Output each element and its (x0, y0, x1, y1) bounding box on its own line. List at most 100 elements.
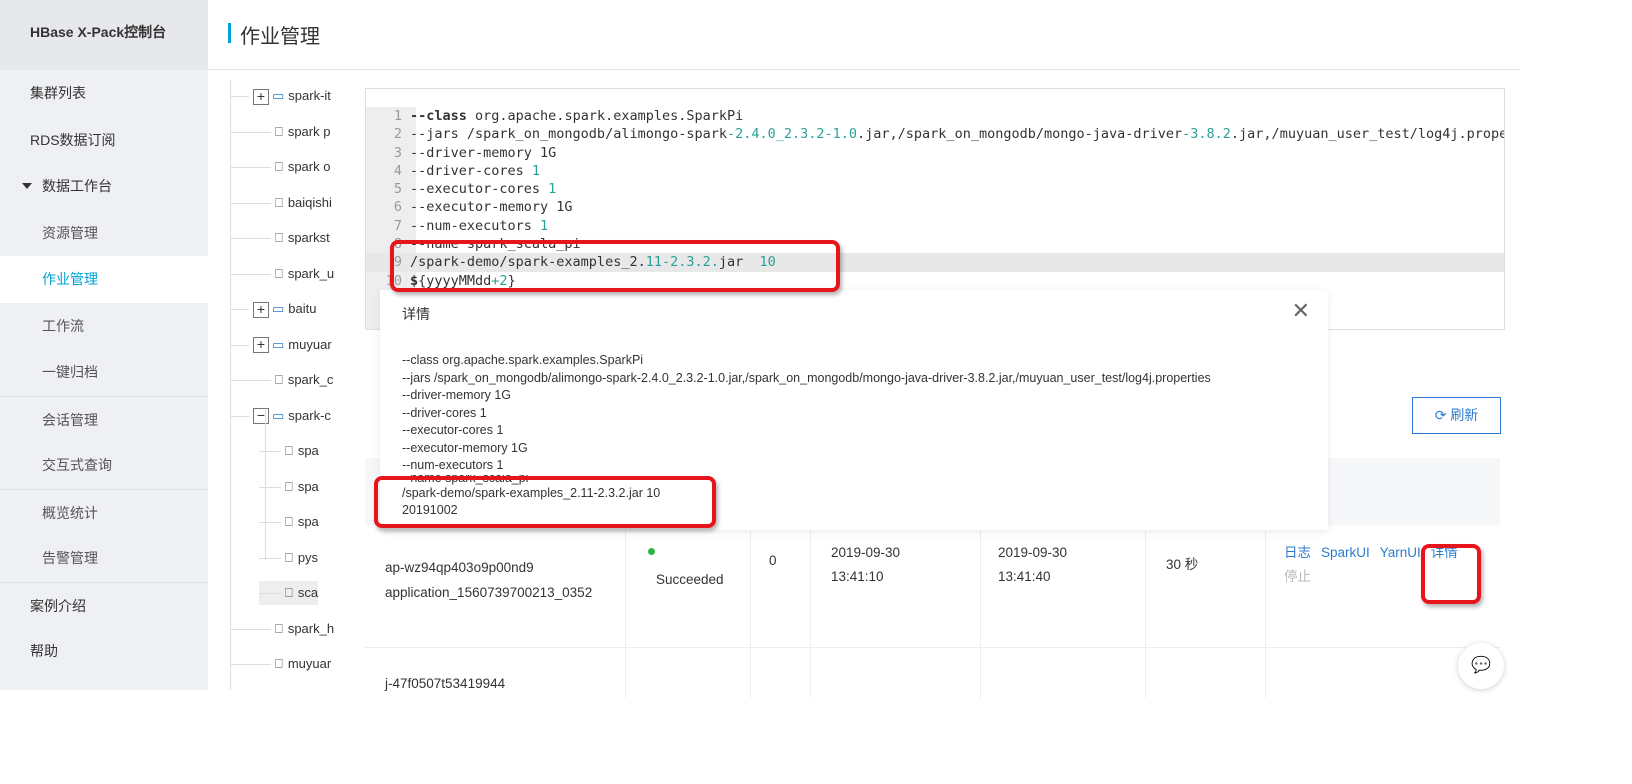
nav-cluster-list[interactable]: 集群列表 (0, 70, 208, 117)
file-icon: ⎕ (285, 549, 293, 565)
status-dot-icon (648, 548, 655, 555)
tree-node[interactable]: ⎕ spa (259, 475, 319, 499)
nav-session-management[interactable]: 会话管理 (0, 395, 208, 443)
detail-line: --jars /spark_on_mongodb/alimongo-spark-… (402, 370, 1211, 385)
start-date: 2019-09-30 (831, 545, 901, 560)
line-number: 5 (393, 181, 402, 198)
tree-node-label: spark_c (287, 372, 334, 387)
nav-alert-management[interactable]: 告警管理 (0, 535, 208, 582)
end-time: 13:41:40 (998, 569, 1051, 584)
file-icon: ⎕ (275, 620, 283, 636)
line-number: 7 (393, 217, 402, 234)
tree-node[interactable]: ⎕ muyuar (231, 652, 331, 676)
end-date: 2019-09-30 (998, 545, 1068, 560)
caret-down-icon (22, 183, 32, 189)
tree-node[interactable]: + ▭ spark-it (231, 84, 331, 108)
tree-node-label: sca (297, 585, 319, 600)
tree-node[interactable]: − ▭ spark-c (231, 404, 331, 428)
tree-node[interactable]: ⎕ spa (259, 439, 319, 463)
detail-line: --executor-cores 1 (402, 423, 504, 437)
tree-node-label: baitu (288, 301, 317, 316)
nav-resource-management[interactable]: 资源管理 (0, 210, 208, 257)
expand-icon[interactable]: + (253, 301, 269, 318)
tree-node-label: spa (297, 514, 319, 529)
annotation-box (390, 240, 840, 292)
tree-node[interactable]: ⎕ sca (259, 581, 319, 605)
tree-node[interactable]: ⎕ sparkst (231, 226, 330, 250)
title-accent (228, 23, 231, 43)
log-link[interactable]: 日志 (1284, 545, 1311, 560)
refresh-label: 刷新 (1450, 407, 1479, 423)
table-row: ap-wz94qp403o9p00nd9 application_1560739… (365, 525, 1500, 648)
nav-rds-subscription[interactable]: RDS数据订阅 (0, 117, 208, 164)
application-id: application_1560739700213_0352 (385, 585, 593, 600)
file-icon: ⎕ (285, 514, 293, 529)
file-icon: ⎕ (275, 123, 283, 139)
nav-case-intro[interactable]: 案例介绍 (0, 581, 208, 629)
annotation-box (374, 476, 716, 528)
file-icon: ⎕ (275, 194, 283, 210)
tree-node[interactable]: ☆muyua (231, 688, 330, 691)
refresh-button[interactable]: ⟳ 刷新 (1412, 397, 1501, 434)
job-id: ap-wz94qp403o9p00nd9 (385, 560, 534, 575)
tree-node[interactable]: ⎕ spark p (231, 120, 330, 144)
tree-node[interactable]: ⎕ baiqishi (231, 191, 332, 215)
job-id: j-47f0507t53419944 (385, 676, 506, 691)
start-time: 13:41:10 (831, 569, 884, 584)
tree-node[interactable]: + ▭ baitu (231, 297, 317, 321)
tree-node[interactable]: ⎕ spark_h (231, 617, 334, 641)
sidebar: HBase X-Pack控制台 集群列表 RDS数据订阅 数据工作台 资源管理 … (0, 0, 208, 690)
nav-overview-stats[interactable]: 概览统计 (0, 488, 208, 536)
chat-icon[interactable]: 💬 (1458, 643, 1504, 689)
nav-job-management[interactable]: 作业管理 (0, 256, 208, 303)
nav-workflow[interactable]: 工作流 (0, 303, 208, 350)
file-icon: ⎕ (285, 443, 293, 458)
refresh-icon: ⟳ (1434, 407, 1447, 423)
nav-archive[interactable]: 一键归档 (0, 349, 208, 396)
yarn-ui-link[interactable]: YarnUI (1380, 545, 1421, 560)
tree-node-label: spark-c (288, 407, 331, 423)
tree-node-label: pys (297, 549, 319, 565)
spark-ui-link[interactable]: SparkUI (1321, 545, 1370, 560)
table-row: j-47f0507t53419944 (365, 648, 1500, 698)
line-number: 3 (393, 144, 402, 161)
tree-node-label: spark o (287, 159, 331, 174)
folder-icon: ▭ (272, 301, 285, 316)
expand-icon[interactable]: + (253, 337, 269, 354)
tree-node[interactable]: ⎕ spark_c (231, 368, 333, 392)
folder-icon: ▭ (272, 407, 285, 423)
file-icon: ⎕ (275, 230, 283, 245)
collapse-icon[interactable]: − (253, 408, 269, 425)
tree-node-label: spa (297, 478, 319, 494)
line-number: 4 (393, 162, 402, 179)
duration: 30 秒 (1145, 525, 1265, 647)
tree-node[interactable]: ⎕ pys (259, 546, 318, 570)
tree-node[interactable]: + ▭ muyuar (231, 333, 332, 357)
folder-icon: ▭ (272, 336, 285, 352)
tree-node-label: sparkst (287, 230, 330, 245)
nav-interactive-query[interactable]: 交互式查询 (0, 442, 208, 489)
tree-node-label: muyuar (288, 336, 332, 352)
file-icon: ⎕ (285, 585, 293, 600)
tree-node[interactable]: ⎕ spark o (231, 155, 330, 179)
tree-node-label: spark p (287, 123, 331, 139)
page-header: 作业管理 (208, 0, 1520, 70)
line-number: 6 (393, 199, 402, 216)
expand-icon[interactable]: + (253, 88, 269, 105)
close-icon[interactable]: ✕ (1292, 298, 1310, 324)
tree-node-label: spark_u (287, 265, 335, 281)
tree-node-label: baiqishi (287, 194, 332, 210)
retry-count: 0 (750, 525, 810, 647)
nav-label: 数据工作台 (42, 178, 112, 194)
tree-node-label: spark_h (287, 620, 335, 636)
nav-data-workbench[interactable]: 数据工作台 (0, 163, 208, 210)
tree-node-label: muyuar (287, 656, 332, 671)
nav-help[interactable]: 帮助 (0, 628, 208, 675)
status-text: Succeeded (656, 572, 724, 587)
tree-node[interactable]: ⎕ spa (259, 510, 319, 534)
tree-node[interactable]: ⎕ spark_u (231, 262, 334, 286)
tree-node-label: spa (297, 443, 319, 458)
tree-node-label: spark-it (288, 88, 331, 103)
detail-line: --num-executors 1 (402, 458, 504, 472)
detail-line: --class org.apache.spark.examples.SparkP… (402, 353, 644, 367)
